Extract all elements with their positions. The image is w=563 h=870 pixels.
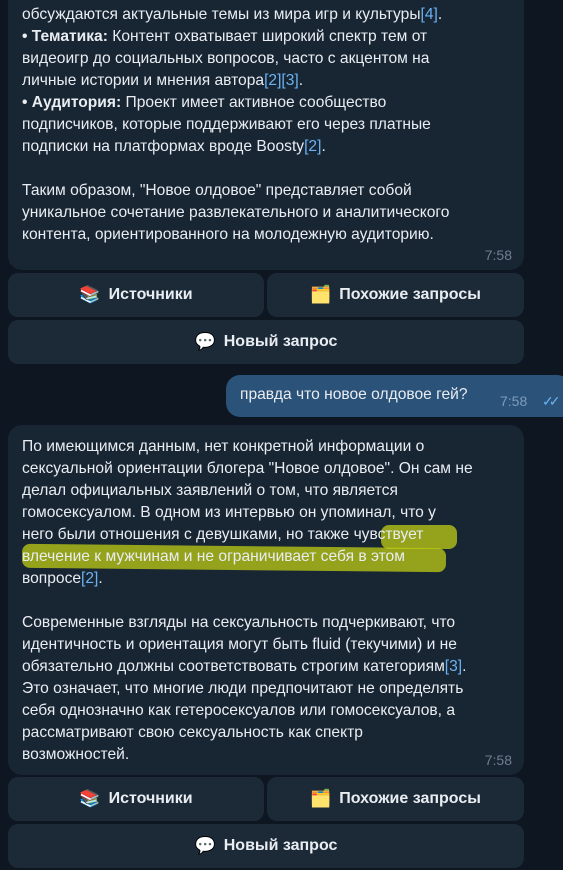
message-line: Современные взгляды на сексуальность под… [22,614,456,631]
user-message-bubble: правда что новое олдовое гей? 7:58 ✓✓ [226,375,563,417]
citation-link[interactable]: [3] [445,658,462,675]
sources-button[interactable]: 📚 Источники [8,777,264,821]
citation-link[interactable]: [4] [421,6,438,23]
similar-queries-button[interactable]: 🗂️ Похожие запросы [267,273,524,317]
citation-link[interactable]: [2] [304,138,321,155]
message-line: уникальное сочетание развлекательного и … [22,204,450,221]
new-query-label: Новый запрос [223,837,338,854]
books-icon: 📚 [79,789,101,808]
message-line: Это означает, что многие люди предпочита… [22,680,464,697]
double-check-icon: ✓✓ [542,393,561,409]
message-time: 7:58 [484,752,512,768]
audience-paragraph: • Аудитория: Проект имеет активное сообщ… [22,94,387,111]
similar-label: Похожие запросы [339,790,481,807]
sources-button[interactable]: 📚 Источники [8,273,264,317]
user-message-text: правда что новое олдовое гей? [240,386,468,403]
bot-message-bubble: По имеющимся данным, нет конкретной инфо… [8,425,524,775]
new-query-label: Новый запрос [223,333,338,350]
message-line: него были отношения с девушками, но такж… [22,526,424,543]
message-line: сексуальной ориентации блогера "Новое ол… [22,460,473,477]
sources-label: Источники [108,286,193,303]
similar-queries-button[interactable]: 🗂️ Похожие запросы [267,777,524,821]
message-line: гомосексуалом. В одном из интервью он уп… [22,504,436,521]
folder-icon: 🗂️ [310,789,332,808]
message-line: обязательно должны соответствовать строг… [22,658,467,675]
topic-paragraph: • Тематика: Контент охватывает широкий с… [22,28,428,45]
message-line: контента, ориентированного на молодежную… [22,226,434,243]
message-line: Таким образом, "Новое олдовое" представл… [22,182,412,199]
books-icon: 📚 [79,285,101,304]
citation-link[interactable]: [2][3] [264,72,299,89]
message-line: рассматривают свою сексуальность как спе… [22,724,363,741]
message-line: обсуждаются актуальные темы из мира игр … [22,6,443,23]
message-line: себя однозначно как гетеросексуалов или … [22,702,456,719]
citation-link[interactable]: [2] [81,570,98,587]
message-line: личные истории и мнения автора[2][3]. [22,72,304,89]
message-line: видеоигр до социальных вопросов, часто с… [22,50,430,67]
message-line: вопросе[2]. [22,570,103,587]
message-line: идентичность и ориентация могут быть flu… [22,636,457,653]
new-query-button[interactable]: 💬 Новый запрос [8,824,524,868]
speech-bubble-icon: 💬 [194,836,216,855]
similar-label: Похожие запросы [339,286,481,303]
speech-bubble-icon: 💬 [194,332,216,351]
message-line: По имеющимся данным, нет конкретной инфо… [22,438,425,455]
message-time: 7:58 [500,393,528,409]
message-line: делал официальных заявлений о том, что я… [22,482,398,499]
message-time: 7:58 [484,247,512,263]
sources-label: Источники [108,790,193,807]
message-line: подписки на платформах вроде Boosty[2]. [22,138,326,155]
new-query-button[interactable]: 💬 Новый запрос [8,320,524,364]
folder-icon: 🗂️ [310,285,332,304]
message-line: возможностей. [22,746,130,763]
bot-message-bubble: обсуждаются актуальные темы из мира игр … [8,0,524,270]
message-line: влечение к мужчинам и не ограничивает се… [22,548,405,565]
message-line: подписчиков, которые поддерживают его че… [22,116,431,133]
